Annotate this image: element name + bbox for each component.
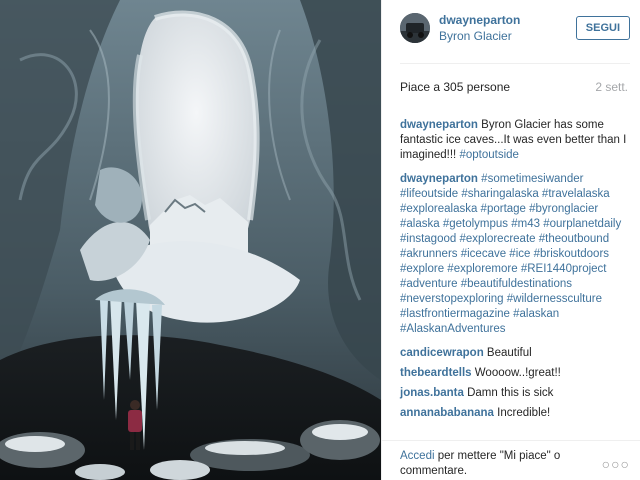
post-footer: Accedi per mettere "Mi piace" o commenta… [382, 440, 640, 480]
follow-button[interactable]: SEGUI [575, 16, 630, 40]
header-location[interactable]: Byron Glacier [439, 28, 520, 44]
comment-item: candicewrapon Beautiful [400, 346, 630, 361]
comment-username[interactable]: annanababanana [400, 407, 494, 419]
post-header: dwayneparton Byron Glacier SEGUI [382, 0, 640, 63]
post-side-panel: dwayneparton Byron Glacier SEGUI Piace a… [381, 0, 640, 480]
comment-username[interactable]: dwayneparton [400, 119, 478, 131]
post-stats: Piace a 305 persone 2 sett. [382, 64, 640, 106]
person-figure [128, 410, 142, 432]
comment-item: jonas.banta Damn this is sick [400, 386, 630, 401]
comment-username[interactable]: thebeardtells [400, 367, 472, 379]
ellipsis-icon[interactable]: ○○○ [602, 457, 630, 480]
comment-item: annanababanana Incredible! [400, 406, 630, 421]
login-prompt: Accedi per mettere "Mi piace" o commenta… [400, 449, 578, 480]
post-age[interactable]: 2 sett. [595, 80, 628, 106]
comment-text: Beautiful [486, 347, 532, 359]
ice-cave-image [0, 0, 381, 480]
comments-list: dwayneparton Byron Glacier has some fant… [382, 106, 640, 421]
avatar-image [400, 13, 430, 43]
avatar[interactable] [400, 13, 430, 43]
login-link[interactable]: Accedi [400, 450, 435, 462]
post-photo[interactable] [0, 0, 381, 480]
comment-username[interactable]: jonas.banta [400, 387, 464, 399]
comment-text: Damn this is sick [467, 387, 554, 399]
post-container: dwayneparton Byron Glacier SEGUI Piace a… [0, 0, 640, 480]
comment-item: thebeardtells Woooow..!great!! [400, 366, 630, 381]
comment-username[interactable]: dwayneparton [400, 173, 478, 185]
comment-hashtags[interactable]: #optoutside [459, 149, 518, 161]
user-info: dwayneparton Byron Glacier [439, 12, 520, 44]
comment-hashtags-block: dwayneparton #sometimesiwander #lifeouts… [400, 172, 630, 337]
likes-count[interactable]: Piace a 305 persone [400, 80, 510, 106]
comment-caption: dwayneparton Byron Glacier has some fant… [400, 118, 630, 163]
comment-hashtags[interactable]: #sometimesiwander #lifeoutside #sharinga… [400, 173, 621, 335]
header-username[interactable]: dwayneparton [439, 12, 520, 28]
comment-text: Incredible! [497, 407, 551, 419]
comment-username[interactable]: candicewrapon [400, 347, 484, 359]
comment-text: Woooow..!great!! [474, 367, 561, 379]
